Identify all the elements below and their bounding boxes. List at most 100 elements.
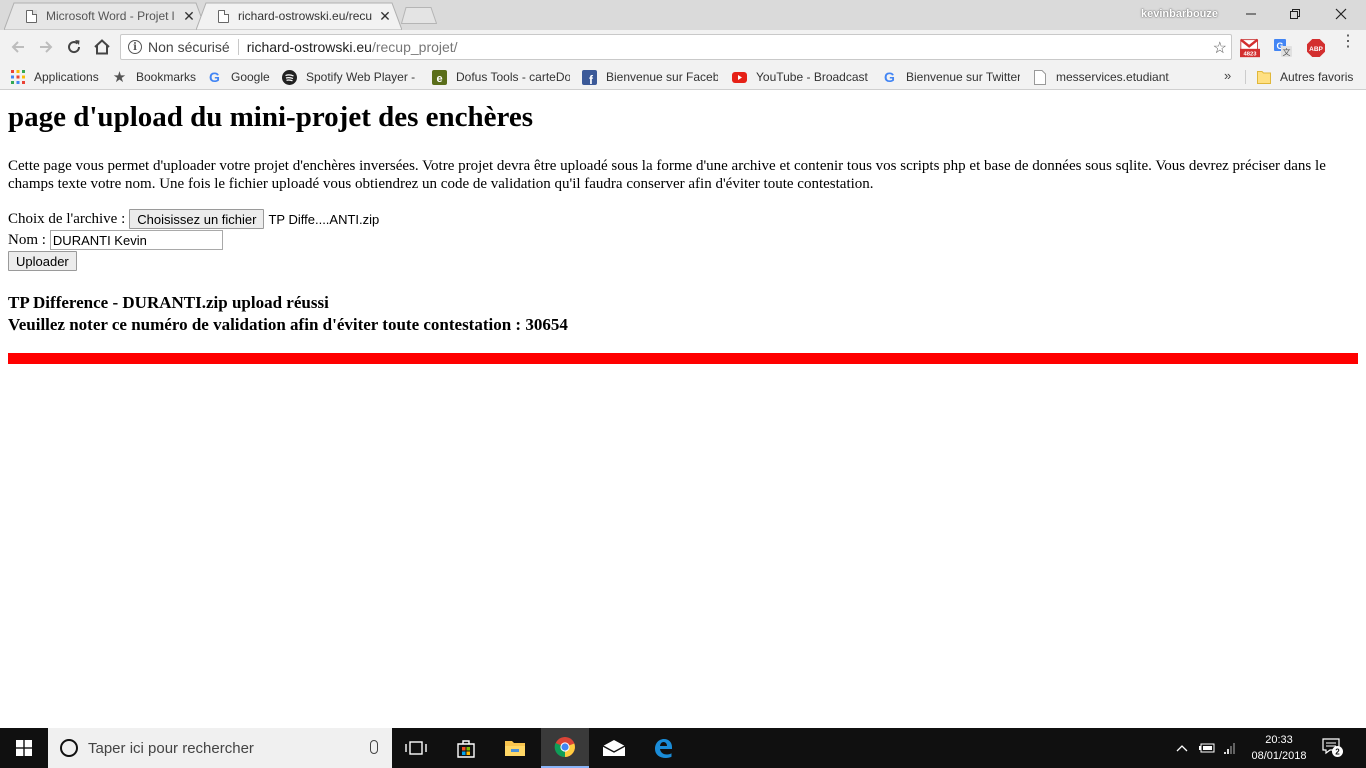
address-bar[interactable]: i Non sécurisé richard-ostrowski.eu/recu…	[120, 34, 1232, 60]
edge-icon	[655, 739, 672, 758]
search-placeholder: Taper ici pour rechercher	[88, 739, 254, 757]
youtube-icon	[732, 70, 747, 85]
bookmarks-bar: Applications ★ Bookmarks G Google Spotif…	[0, 64, 1366, 90]
start-button[interactable]	[0, 728, 48, 768]
windows-taskbar: Taper ici pour rechercher 20:33 08/01/20…	[0, 728, 1366, 768]
dofus-icon: e	[432, 69, 447, 85]
name-input[interactable]	[49, 230, 223, 250]
archive-label: Choix de l'archive :	[8, 210, 126, 227]
show-hidden-icons[interactable]	[1173, 728, 1191, 768]
bookmark-messervices[interactable]: messervices.etudiant.	[1032, 68, 1170, 86]
tab-strip: Microsoft Word - Projet l ✕ richard-ostr…	[0, 0, 1366, 30]
tab-word[interactable]: Microsoft Word - Projet l ✕	[4, 2, 206, 30]
bookmark-spotify[interactable]: Spotify Web Player -	[282, 68, 418, 86]
upload-button[interactable]: Uploader	[8, 251, 77, 271]
bookmark-star-icon[interactable]: ☆	[1213, 38, 1227, 58]
restore-icon	[1290, 9, 1300, 19]
folder-icon	[1256, 70, 1271, 85]
bookmark-other-folder[interactable]: Autres favoris	[1256, 68, 1361, 86]
clock-date: 08/01/2018	[1251, 750, 1307, 762]
back-button[interactable]	[6, 35, 30, 59]
google-icon: G	[884, 69, 895, 85]
svg-text:e: e	[436, 73, 442, 85]
bookmark-label: Bienvenue sur Facebo	[606, 70, 718, 84]
validation-code-message: Veuillez noter ce numéro de validation a…	[8, 315, 568, 334]
store-button[interactable]	[442, 728, 490, 768]
tab-richard-ostrowski[interactable]: richard-ostrowski.eu/recup ✕	[196, 2, 402, 30]
gmail-extension[interactable]: 4823	[1240, 38, 1260, 58]
close-tab-icon[interactable]: ✕	[378, 8, 392, 25]
intro-paragraph: Cette page vous permet d'uploader votre …	[8, 158, 1326, 192]
file-explorer-button[interactable]	[491, 728, 539, 768]
gmail-icon: 4823	[1240, 38, 1260, 58]
bookmark-label: Bookmarks	[136, 70, 197, 84]
bookmark-facebook[interactable]: f Bienvenue sur Facebo	[582, 68, 718, 86]
adblock-plus-extension[interactable]: ABP	[1306, 38, 1326, 58]
bookmark-label: Autres favoris	[1280, 70, 1354, 84]
chrome-taskbar-button[interactable]	[541, 728, 589, 768]
page-icon	[218, 9, 229, 23]
forward-button[interactable]	[34, 35, 58, 59]
windows-logo-icon	[16, 740, 32, 756]
notification-icon: 2	[1322, 738, 1343, 757]
info-icon[interactable]: i	[128, 40, 142, 54]
arrow-left-icon	[11, 41, 24, 53]
adblock-plus-icon: ABP	[1307, 39, 1325, 57]
bookmark-label: Dofus Tools - carteDo	[456, 70, 570, 84]
action-center-button[interactable]: 2	[1322, 738, 1344, 758]
google-icon: G	[209, 69, 220, 85]
close-icon	[1335, 8, 1347, 20]
taskbar-search[interactable]: Taper ici pour rechercher	[48, 728, 392, 768]
bookmark-applications[interactable]: Applications	[10, 68, 110, 86]
bookmark-bookmarks[interactable]: ★ Bookmarks	[112, 68, 202, 86]
bookmark-google[interactable]: G Google	[207, 68, 277, 86]
mail-icon	[602, 740, 626, 756]
google-translate-icon: G 文	[1274, 39, 1292, 57]
bookmark-label: Spotify Web Player -	[306, 70, 416, 84]
security-label[interactable]: Non sécurisé	[148, 39, 230, 55]
apps-grid-icon	[10, 70, 25, 85]
page-icon	[1032, 69, 1047, 85]
url-path[interactable]: /recup_projet/	[372, 39, 458, 55]
reload-icon	[68, 40, 81, 54]
url-host[interactable]: richard-ostrowski.eu	[247, 39, 372, 55]
chrome-icon	[554, 737, 575, 758]
chosen-file-name: TP Diffe....ANTI.zip	[268, 211, 380, 227]
clock-time: 20:33	[1265, 734, 1293, 746]
bookmark-youtube[interactable]: YouTube - Broadcast	[732, 68, 868, 86]
red-divider-bar	[8, 353, 1358, 364]
bookmark-twitter[interactable]: G Bienvenue sur Twitter	[882, 68, 1020, 86]
name-row: Nom :	[8, 230, 223, 250]
system-clock[interactable]: 20:33 08/01/2018	[1243, 732, 1315, 764]
archive-row: Choix de l'archive : Choisissez un fichi…	[8, 209, 379, 229]
microphone-icon[interactable]	[370, 740, 378, 754]
chevron-up-icon	[1176, 745, 1188, 752]
svg-text:文: 文	[1283, 47, 1291, 57]
close-window-button[interactable]	[1318, 0, 1364, 28]
bookmark-dofus-tools[interactable]: e Dofus Tools - carteDo	[432, 68, 570, 86]
abp-label: ABP	[1309, 46, 1323, 53]
task-view-button[interactable]	[392, 728, 440, 768]
bookmarks-overflow-icon[interactable]: »	[1224, 68, 1231, 83]
edge-button[interactable]	[639, 728, 687, 768]
restore-button[interactable]	[1272, 0, 1318, 28]
battery-tray[interactable]	[1196, 728, 1218, 768]
bookmarks-divider	[1245, 70, 1246, 84]
close-tab-icon[interactable]: ✕	[182, 8, 196, 25]
minimize-button[interactable]	[1228, 0, 1274, 28]
tab-title: richard-ostrowski.eu/recup	[238, 9, 372, 23]
home-button[interactable]	[90, 35, 114, 59]
reload-button[interactable]	[62, 35, 86, 59]
network-tray[interactable]	[1220, 728, 1242, 768]
cortana-icon	[60, 739, 78, 757]
mail-button[interactable]	[590, 728, 638, 768]
spotify-icon	[282, 69, 297, 85]
new-tab-button[interactable]	[401, 7, 437, 24]
profile-name[interactable]: kevinbarbouze	[1141, 8, 1218, 20]
page-title: page d'upload du mini-projet des enchère…	[8, 101, 534, 133]
minimize-icon	[1246, 13, 1256, 15]
notification-count: 2	[1335, 748, 1340, 757]
chrome-menu-icon[interactable]: ⋮	[1340, 34, 1356, 50]
translate-extension[interactable]: G 文	[1273, 38, 1293, 58]
choose-file-button[interactable]: Choisissez un fichier	[129, 209, 265, 229]
